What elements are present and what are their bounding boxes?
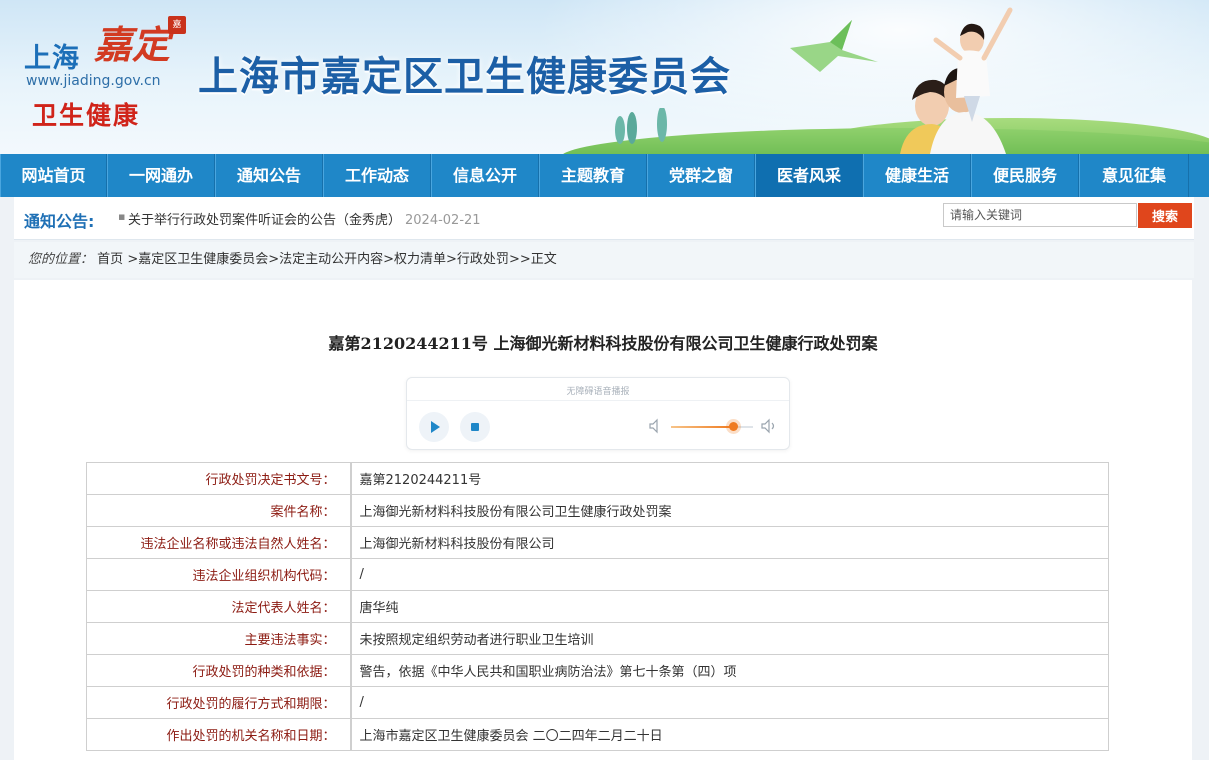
row-value: 上海御光新材料科技股份有限公司	[349, 526, 1109, 559]
nav-item-theme-education[interactable]: 主题教育	[539, 154, 647, 197]
table-row: 行政处罚的履行方式和期限： /	[86, 686, 1109, 719]
row-key: 行政处罚决定书文号：	[86, 462, 351, 495]
row-key: 违法企业名称或违法自然人姓名：	[86, 526, 351, 559]
notice-bar: 通知公告: ▪ 关于举行行政处罚案件听证会的公告（金秀虎） 2024-02-21 …	[14, 197, 1194, 239]
audio-player-title: 无障碍语音播报	[566, 387, 630, 397]
logo-url-text: www.jiading.gov.cn	[26, 73, 161, 89]
stop-icon	[471, 423, 479, 431]
volume-high-icon	[761, 418, 775, 434]
nav-item-work-news[interactable]: 工作动态	[323, 154, 431, 197]
breadcrumb-power-list[interactable]: >权力清单	[383, 252, 446, 267]
breadcrumb: 您的位置： 首页 >嘉定区卫生健康委员会>法定主动公开内容>权力清单>行政处罚>…	[14, 242, 1194, 278]
table-row: 违法企业名称或违法自然人姓名： 上海御光新材料科技股份有限公司	[86, 526, 1109, 559]
volume-slider-knob[interactable]	[729, 422, 739, 431]
row-value: 嘉第2120244211号	[349, 462, 1109, 495]
table-row: 主要违法事实： 未按照规定组织劳动者进行职业卫生培训	[86, 622, 1109, 655]
logo-subtitle: 卫生健康	[32, 101, 141, 130]
row-value: 上海市嘉定区卫生健康委员会 二〇二四年二月二十日	[349, 718, 1109, 751]
main-nav: 网站首页 一网通办 通知公告 工作动态 信息公开 主题教育 党群之窗 医者风采 …	[0, 154, 1209, 197]
divider	[14, 239, 1194, 240]
row-key: 作出处罚的机关名称和日期：	[86, 718, 351, 751]
search-input[interactable]	[943, 203, 1137, 227]
notice-label: 通知公告:	[24, 212, 95, 231]
table-row: 行政处罚决定书文号： 嘉第2120244211号	[86, 462, 1109, 495]
audio-player: 无障碍语音播报	[406, 377, 790, 450]
row-key: 违法企业组织机构代码：	[86, 558, 351, 591]
logo-calligraphy-text: 嘉定	[94, 22, 171, 67]
volume-low-icon	[649, 418, 658, 434]
nav-item-info-disclosure[interactable]: 信息公开	[431, 154, 539, 197]
breadcrumb-home[interactable]: 首页	[97, 252, 123, 267]
row-key: 法定代表人姓名：	[86, 590, 351, 623]
row-value: 唐华纯	[349, 590, 1109, 623]
breadcrumb-label: 您的位置：	[28, 252, 94, 267]
table-row: 法定代表人姓名： 唐华纯	[86, 590, 1109, 623]
logo-seal: 嘉	[168, 16, 186, 34]
nav-item-party-window[interactable]: 党群之窗	[647, 154, 755, 197]
breadcrumb-separator: >	[508, 252, 520, 267]
row-value: 上海御光新材料科技股份有限公司卫生健康行政处罚案	[349, 494, 1109, 527]
play-button[interactable]	[419, 412, 449, 442]
row-value: /	[349, 558, 1109, 591]
notice-link-text[interactable]: 关于举行行政处罚案件听证会的公告（金秀虎）	[128, 213, 401, 228]
nav-item-public-services[interactable]: 便民服务	[971, 154, 1079, 197]
row-key: 案件名称：	[86, 494, 351, 527]
row-value: /	[349, 686, 1109, 719]
nav-item-home[interactable]: 网站首页	[0, 154, 107, 197]
breadcrumb-penalty[interactable]: >行政处罚	[446, 252, 509, 267]
notice-bullet: ▪	[118, 210, 126, 223]
article-title: 嘉第2120244211号 上海御光新材料科技股份有限公司卫生健康行政处罚案	[328, 334, 878, 353]
logo-city-text: 上海	[24, 43, 80, 74]
article-content: 嘉第2120244211号 上海御光新材料科技股份有限公司卫生健康行政处罚案 无…	[14, 280, 1192, 760]
notice-date: 2024-02-21	[405, 213, 481, 228]
trees-illustration	[615, 108, 667, 144]
nav-item-announcements[interactable]: 通知公告	[215, 154, 323, 197]
notice-link[interactable]: 关于举行行政处罚案件听证会的公告（金秀虎） 2024-02-21	[128, 209, 481, 228]
row-key: 行政处罚的种类和依据：	[86, 654, 351, 687]
row-value: 未按照规定组织劳动者进行职业卫生培训	[349, 622, 1109, 655]
volume-slider[interactable]	[671, 422, 753, 431]
breadcrumb-current: >正文	[519, 252, 557, 267]
header-banner: 上海 嘉定 嘉 www.jiading.gov.cn 卫生健康 上海市嘉定区卫生…	[0, 0, 1209, 154]
breadcrumb-committee[interactable]: >嘉定区卫生健康委员会	[127, 252, 268, 267]
nav-item-one-stop-service[interactable]: 一网通办	[107, 154, 215, 197]
stop-button[interactable]	[460, 412, 490, 442]
table-row: 案件名称： 上海御光新材料科技股份有限公司卫生健康行政处罚案	[86, 494, 1109, 527]
nav-item-feedback[interactable]: 意见征集	[1079, 154, 1189, 197]
breadcrumb-public-content[interactable]: >法定主动公开内容	[268, 252, 383, 267]
family-illustration	[900, 7, 1013, 154]
nav-item-healthy-living[interactable]: 健康生活	[863, 154, 971, 197]
row-key: 主要违法事实：	[86, 622, 351, 655]
play-icon	[431, 421, 440, 433]
search-button[interactable]: 搜索	[1138, 203, 1192, 228]
table-row: 作出处罚的机关名称和日期： 上海市嘉定区卫生健康委员会 二〇二四年二月二十日	[86, 718, 1109, 751]
site-title: 上海市嘉定区卫生健康委员会	[198, 54, 731, 100]
penalty-info-table: 行政处罚决定书文号： 嘉第2120244211号 案件名称： 上海御光新材料科技…	[86, 462, 1109, 751]
row-key: 行政处罚的履行方式和期限：	[86, 686, 351, 719]
volume-slider-fill	[671, 426, 734, 428]
table-row: 违法企业组织机构代码： /	[86, 558, 1109, 591]
row-value: 警告，依据《中华人民共和国职业病防治法》第七十条第（四）项	[349, 654, 1109, 687]
table-row: 行政处罚的种类和依据： 警告，依据《中华人民共和国职业病防治法》第七十条第（四）…	[86, 654, 1109, 687]
nav-item-doctor-profiles[interactable]: 医者风采	[755, 154, 863, 197]
divider	[407, 400, 789, 401]
